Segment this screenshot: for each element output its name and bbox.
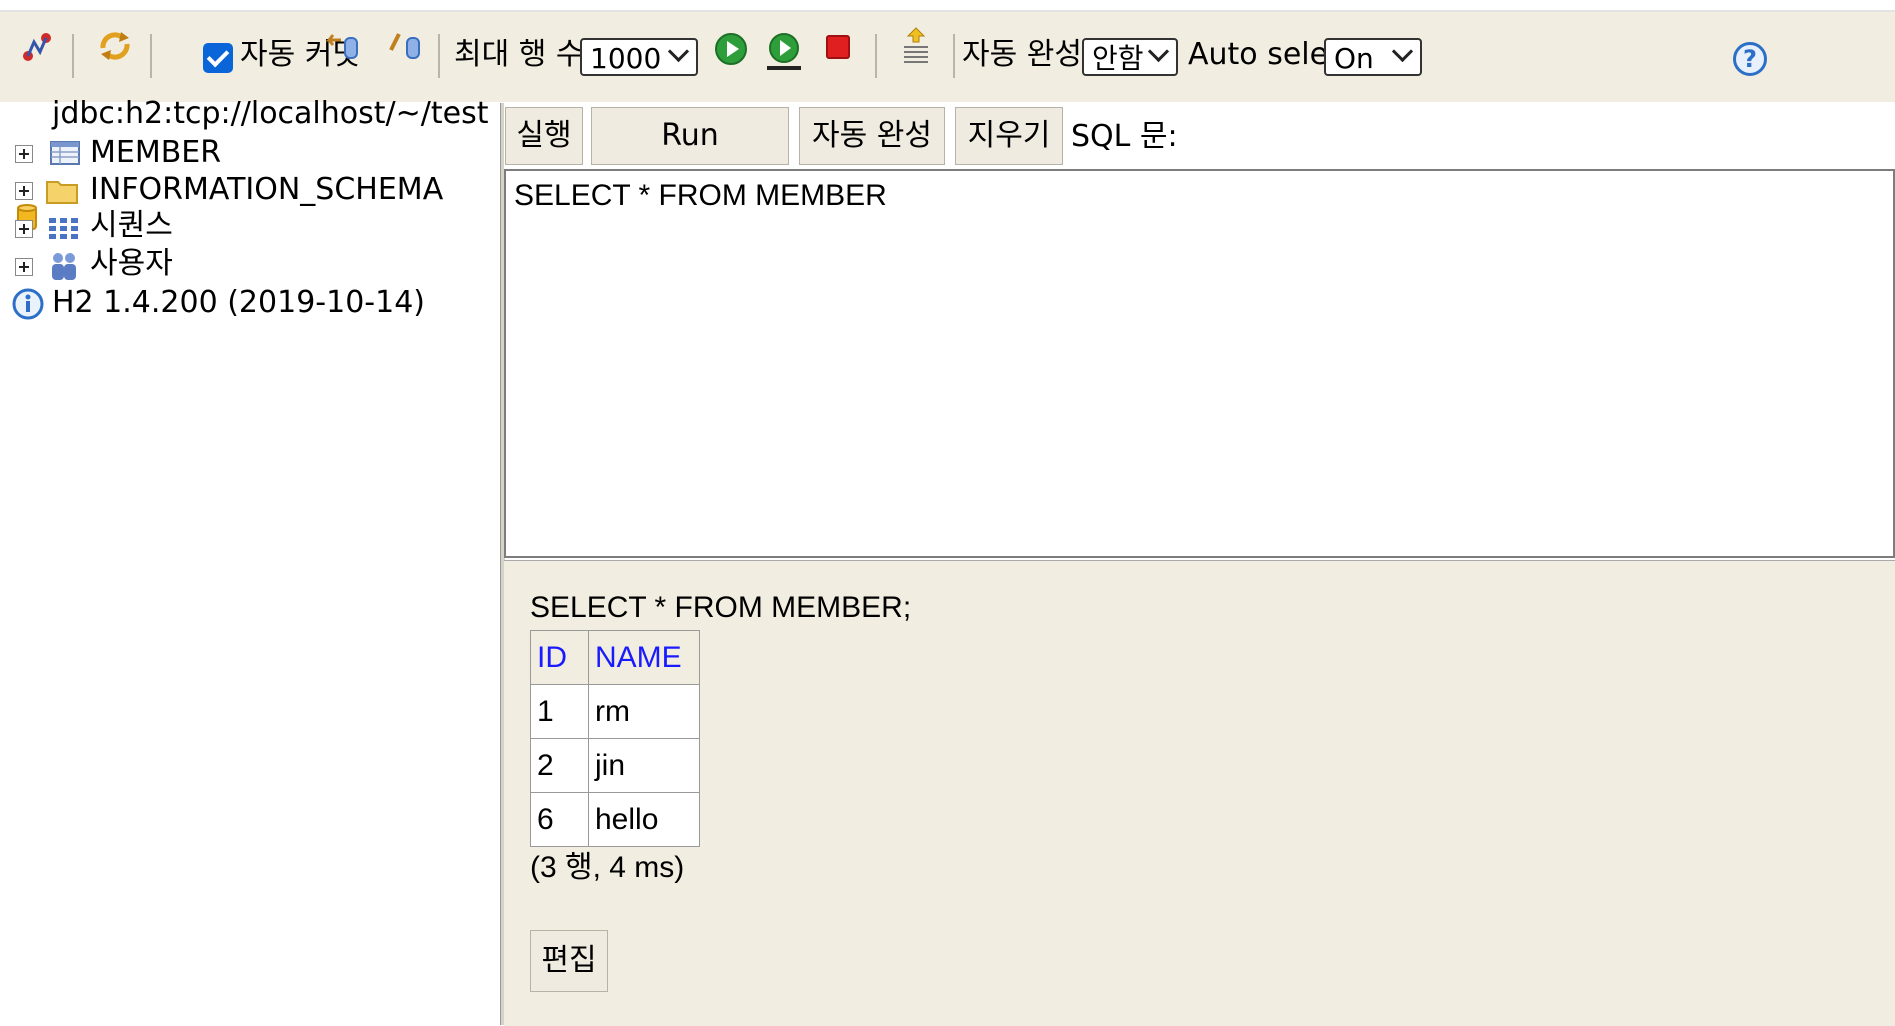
toolbar: 자동 커밋 최대 행 수: 1000 자동 완성 안함 Auto select … xyxy=(0,12,1895,102)
max-rows-label: 최대 행 수: xyxy=(454,37,594,72)
help-icon[interactable]: ? xyxy=(1733,42,1767,76)
run-icon[interactable] xyxy=(714,32,748,66)
toolbar-separator xyxy=(72,34,74,78)
toolbar-separator xyxy=(953,34,955,78)
table-cell: rm xyxy=(588,684,700,739)
chevron-down-icon xyxy=(667,40,690,63)
run-button[interactable]: 실행 xyxy=(505,107,583,165)
results-panel xyxy=(504,560,1895,1026)
result-table: ID NAME 1 rm 2 jin 6 hello xyxy=(530,630,700,847)
edit-button[interactable]: 편집 xyxy=(530,930,608,992)
result-summary: (3 행, 4 ms) xyxy=(530,851,685,884)
tree-item-member[interactable]: MEMBER xyxy=(90,135,221,171)
sql-label: SQL 문: xyxy=(1071,119,1178,154)
tree-item-sequences[interactable]: 시퀀스 xyxy=(90,208,173,244)
auto-commit-checkbox[interactable] xyxy=(203,43,233,73)
info-icon xyxy=(12,288,44,320)
toolbar-separator xyxy=(150,34,152,78)
tree-item-users[interactable]: 사용자 xyxy=(90,246,173,282)
table-cell: 6 xyxy=(530,792,589,847)
table-icon xyxy=(50,141,80,165)
auto-complete-select[interactable]: 안함 xyxy=(1082,38,1178,76)
auto-complete-label: 자동 완성 xyxy=(962,37,1082,72)
refresh-icon[interactable] xyxy=(97,28,133,64)
table-row: 1 rm xyxy=(530,684,700,739)
rollback-icon[interactable] xyxy=(323,30,361,64)
expand-icon[interactable] xyxy=(15,182,33,200)
expand-icon[interactable] xyxy=(15,145,33,163)
disconnect-icon[interactable] xyxy=(20,30,54,64)
toolbar-separator xyxy=(438,34,440,78)
table-cell: 1 xyxy=(530,684,589,739)
auto-select-value: On xyxy=(1334,42,1374,75)
table-row: 6 hello xyxy=(530,792,700,847)
expand-icon[interactable] xyxy=(15,220,33,238)
auto-complete-value: 안함 xyxy=(1092,42,1144,75)
result-query: SELECT * FROM MEMBER; xyxy=(530,591,912,624)
table-row: 2 jin xyxy=(530,738,700,793)
column-header[interactable]: ID xyxy=(530,630,589,685)
clear-button[interactable]: 지우기 xyxy=(955,107,1063,165)
max-rows-value: 1000 xyxy=(590,42,662,75)
auto-select-select[interactable]: On xyxy=(1324,38,1422,76)
sequence-icon xyxy=(49,218,78,239)
run-selected-button[interactable]: Run Selected xyxy=(591,107,789,209)
table-cell: hello xyxy=(588,792,700,847)
connection-url[interactable]: jdbc:h2:tcp://localhost/~/test xyxy=(52,96,488,132)
chevron-down-icon xyxy=(1147,40,1170,63)
tree-item-information-schema[interactable]: INFORMATION_SCHEMA xyxy=(90,172,443,208)
toolbar-separator xyxy=(875,34,877,78)
history-icon[interactable] xyxy=(900,26,932,68)
chevron-down-icon xyxy=(1391,40,1414,63)
auto-complete-button[interactable]: 자동 완성 xyxy=(799,107,945,165)
run-selected-icon[interactable] xyxy=(765,32,803,72)
column-header[interactable]: NAME xyxy=(588,630,700,685)
stop-icon[interactable] xyxy=(825,34,851,60)
version-text: H2 1.4.200 (2019-10-14) xyxy=(52,285,425,320)
table-cell: jin xyxy=(588,738,700,793)
sql-editor[interactable]: SELECT * FROM MEMBER xyxy=(504,169,1895,558)
max-rows-select[interactable]: 1000 xyxy=(580,38,698,76)
commit-icon[interactable] xyxy=(385,30,423,64)
expand-icon[interactable] xyxy=(15,258,33,276)
table-header-row: ID NAME xyxy=(530,630,700,685)
folder-icon xyxy=(46,181,78,204)
top-border xyxy=(0,0,1895,12)
table-cell: 2 xyxy=(530,738,589,793)
users-icon xyxy=(52,253,76,280)
